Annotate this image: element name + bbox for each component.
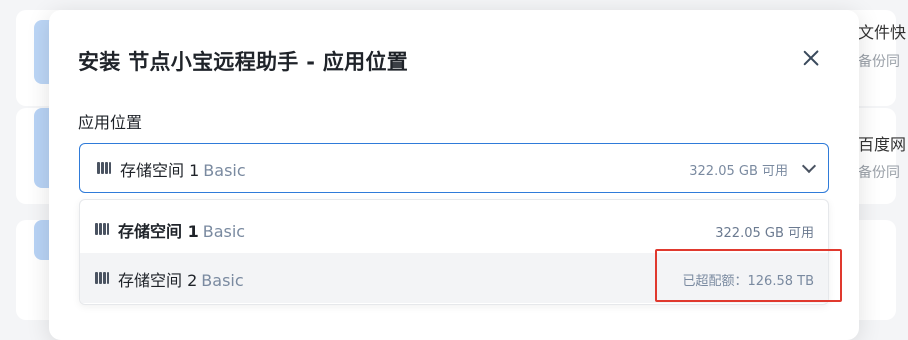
storage-icon <box>95 272 109 284</box>
background-card-subtitle: 备份同 <box>858 51 900 71</box>
storage-option-name: 存储空间 1Basic <box>118 218 245 242</box>
storage-location-select[interactable]: 存储空间 1Basic 322.05 GB 可用 <box>79 143 829 193</box>
storage-icon <box>95 223 109 235</box>
background-card-subtitle: 备份同 <box>858 162 900 182</box>
storage-option-label: 存储空间 1 <box>118 222 199 241</box>
selected-storage-name: 存储空间 1Basic <box>120 157 246 181</box>
close-icon[interactable] <box>799 46 823 70</box>
annotation-highlight-box <box>655 249 842 302</box>
storage-option-capacity: 322.05 GB 可用 <box>715 222 814 241</box>
selected-storage-capacity: 322.05 GB 可用 <box>689 160 788 179</box>
storage-option-tag: Basic <box>201 271 243 290</box>
storage-option-name: 存储空间 2Basic <box>118 267 244 291</box>
field-label-app-location: 应用位置 <box>78 109 142 133</box>
chevron-down-icon[interactable] <box>802 161 816 175</box>
storage-option-label: 存储空间 2 <box>118 271 197 290</box>
storage-option-1[interactable]: 存储空间 1Basic 322.05 GB 可用 <box>80 203 828 253</box>
storage-icon <box>97 162 111 174</box>
selected-storage-tag: Basic <box>203 161 245 180</box>
storage-option-tag: Basic <box>203 222 245 241</box>
background-card-title: 文件快 <box>858 19 906 43</box>
selected-storage-label: 存储空间 1 <box>120 161 199 180</box>
background-card-title: 百度网 <box>858 131 906 155</box>
dialog-title: 安装 节点小宝远程助手 - 应用位置 <box>78 46 408 76</box>
